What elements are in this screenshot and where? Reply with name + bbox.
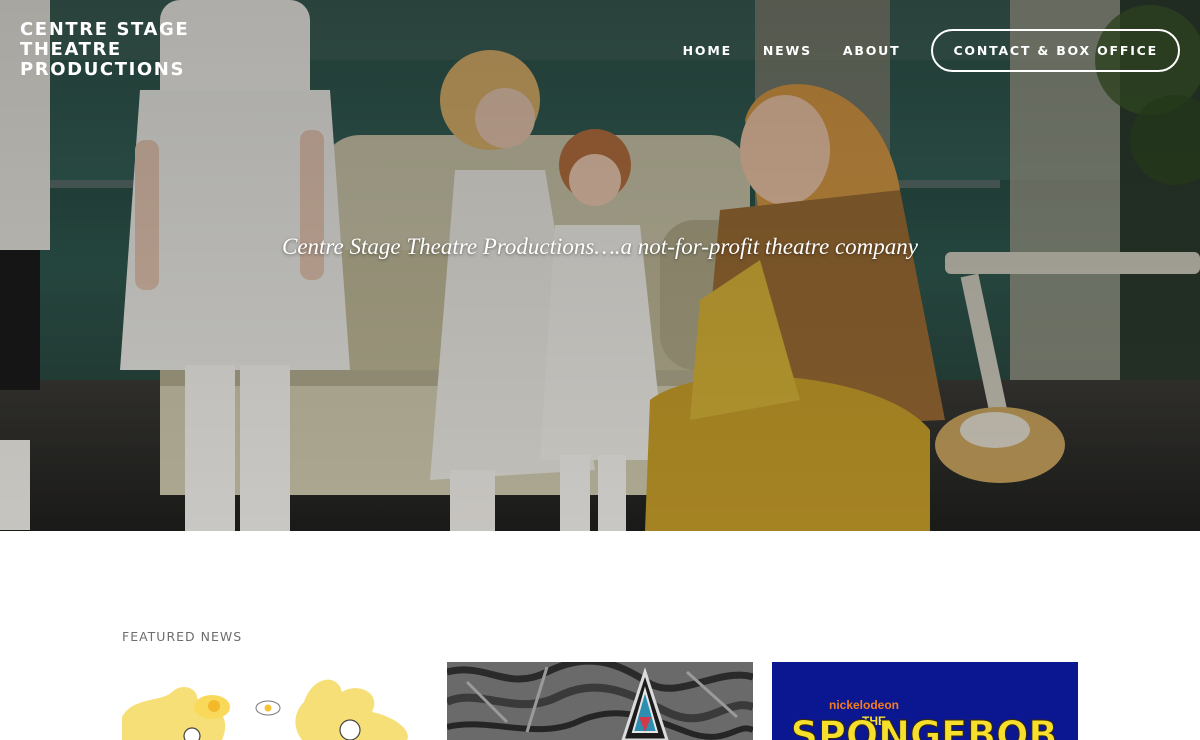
contact-box-office-button[interactable]: CONTACT & BOX OFFICE xyxy=(931,29,1180,72)
nav-about[interactable]: ABOUT xyxy=(843,43,901,58)
site-title-link[interactable]: CENTRE STAGE THEATRE PRODUCTIONS xyxy=(20,20,240,80)
featured-card-3[interactable]: nickelodeon THE SPONGEBOB xyxy=(772,662,1078,740)
nickelodeon-brand-text: nickelodeon xyxy=(829,698,899,712)
spongebob-title-text: SPONGEBOB xyxy=(791,713,1058,740)
site-title-line: CENTRE STAGE xyxy=(20,19,190,40)
site-title-line: PRODUCTIONS xyxy=(20,59,186,80)
featured-card-1[interactable] xyxy=(122,662,428,740)
site-title-line: THEATRE xyxy=(20,39,122,60)
nav-news[interactable]: NEWS xyxy=(763,43,812,58)
featured-news-heading: FEATURED NEWS xyxy=(122,629,243,644)
hero-banner: CENTRE STAGE THEATRE PRODUCTIONS HOME NE… xyxy=(0,0,1200,531)
nav-home[interactable]: HOME xyxy=(683,43,732,58)
spongebob-musical-logo-image: nickelodeon THE SPONGEBOB xyxy=(772,662,1078,740)
hero-tagline: Centre Stage Theatre Productions….a not-… xyxy=(281,234,918,259)
main-nav: HOME NEWS ABOUT CONTACT & BOX OFFICE xyxy=(652,29,1180,72)
graffiti-pyramid-image xyxy=(447,662,753,740)
yellow-splash-cartoon-image xyxy=(122,662,428,740)
featured-card-2[interactable] xyxy=(447,662,753,740)
